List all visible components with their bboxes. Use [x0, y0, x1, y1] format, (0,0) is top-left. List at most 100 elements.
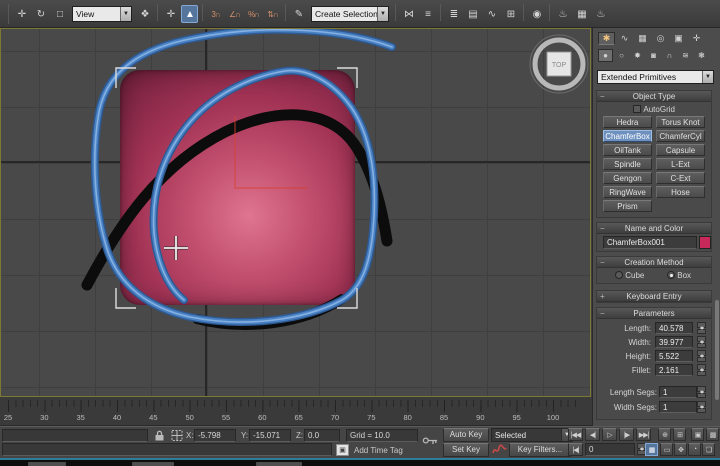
play-button[interactable]: ▷	[602, 428, 617, 441]
tab-create[interactable]: ✱	[598, 32, 615, 45]
object-type-button-prism[interactable]: Prism	[603, 200, 652, 212]
category-geometry[interactable]: ●	[598, 49, 613, 62]
object-type-button-capsule[interactable]: Capsule	[656, 144, 705, 156]
isolate-toggle-icon[interactable]: ▣	[336, 444, 349, 456]
reference-coordinate-dropdown[interactable]: View ▼	[72, 6, 132, 22]
object-type-button-l-ext[interactable]: L-Ext	[656, 158, 705, 170]
set-key-button[interactable]: Set Key	[443, 443, 489, 457]
object-type-button-gengon[interactable]: Gengon	[603, 172, 652, 184]
edit-named-selection-icon[interactable]: ✎	[290, 5, 307, 23]
viewcube[interactable]: TOP	[530, 35, 588, 93]
black-spline[interactable]	[87, 115, 387, 285]
mirror-icon[interactable]: ⋈	[400, 5, 417, 23]
tab-utilities[interactable]: ✛	[688, 32, 705, 45]
tab-motion[interactable]: ◎	[652, 32, 669, 45]
rendered-frame-icon[interactable]: ▦	[573, 5, 590, 23]
object-type-button-hose[interactable]: Hose	[656, 186, 705, 198]
z-coord-field[interactable]: 0.0	[304, 429, 340, 442]
add-time-tag[interactable]: Add Time Tag	[354, 444, 403, 457]
object-type-button-hedra[interactable]: Hedra	[603, 116, 652, 128]
parameters-header[interactable]: − Parameters	[597, 308, 711, 319]
percent-snap-icon[interactable]: %∩	[245, 5, 262, 23]
render-setup-icon[interactable]: ♨	[554, 5, 571, 23]
folder-icon[interactable]: ▤	[464, 5, 481, 23]
key-filters-button[interactable]: Key Filters...	[509, 443, 571, 457]
tab-hierarchy[interactable]: ▦	[634, 32, 651, 45]
top-viewport[interactable]: TOP	[0, 28, 591, 397]
parameter-spinner[interactable]	[697, 386, 706, 398]
zoom-extents-button[interactable]: ▣	[691, 428, 704, 441]
category-shapes[interactable]: ○	[614, 49, 629, 62]
go-to-end-button[interactable]: ▶▶|	[636, 428, 651, 441]
object-type-button-chamferbox[interactable]: ChamferBox	[603, 130, 652, 142]
viewcube-face-label[interactable]: TOP	[552, 62, 567, 69]
key-mode-toggle-button[interactable]: |◀|	[568, 443, 583, 456]
zoom-region-button[interactable]: ▭	[660, 443, 673, 456]
spinner-snap-icon[interactable]: ⇅∩	[264, 5, 281, 23]
tab-display[interactable]: ▣	[670, 32, 687, 45]
zoom-all-button[interactable]: ⊞	[673, 428, 686, 441]
render-production-icon[interactable]: ♨	[592, 5, 609, 23]
category-helpers[interactable]: ∩	[662, 49, 677, 62]
layer-manager-icon[interactable]: ≣	[445, 5, 462, 23]
keyboard-entry-header[interactable]: + Keyboard Entry	[597, 291, 711, 302]
zoom-extents-all-button[interactable]: ▩	[706, 428, 719, 441]
parameter-field-height-[interactable]: 5.522	[655, 350, 693, 362]
parameter-field-width-segs-[interactable]: 1	[659, 401, 697, 413]
schematic-view-icon[interactable]: ⊞	[502, 5, 519, 23]
select-and-move-icon[interactable]: ✛	[13, 5, 30, 23]
parameter-spinner[interactable]	[697, 336, 706, 348]
panel-scrollbar[interactable]	[715, 300, 719, 400]
object-name-field[interactable]: ChamferBox001	[603, 236, 697, 249]
orbit-button[interactable]: ◔	[688, 443, 701, 456]
align-icon[interactable]: ≡	[419, 5, 436, 23]
select-and-manipulate-icon[interactable]: ✛	[162, 5, 179, 23]
box-radio[interactable]: Box	[667, 271, 691, 280]
object-type-button-c-ext[interactable]: C-Ext	[656, 172, 705, 184]
select-and-scale-icon[interactable]: □	[51, 5, 68, 23]
object-type-button-chamfercyl[interactable]: ChamferCyl	[656, 130, 705, 142]
creation-method-header[interactable]: − Creation Method	[597, 257, 711, 268]
previous-frame-button[interactable]: ◀|	[585, 428, 600, 441]
auto-key-button[interactable]: Auto Key	[443, 428, 489, 442]
blue-spline[interactable]	[95, 30, 392, 322]
parameter-spinner[interactable]	[697, 364, 706, 376]
category-lights[interactable]: ✸	[630, 49, 645, 62]
object-type-button-ringwave[interactable]: RingWave	[603, 186, 652, 198]
autogrid-checkbox[interactable]	[633, 105, 641, 113]
parameter-spinner[interactable]	[697, 350, 706, 362]
named-selection-set-dropdown[interactable]: Create Selection Se ▼	[311, 6, 389, 22]
pan-button[interactable]: ✥	[674, 443, 687, 456]
subcategory-dropdown[interactable]: Extended Primitives ▼	[597, 70, 714, 84]
parameter-spinner[interactable]	[697, 401, 706, 413]
snaps-toggle-icon[interactable]: ▲	[181, 5, 198, 23]
object-type-button-torus-knot[interactable]: Torus Knot	[656, 116, 705, 128]
category-systems[interactable]: ❃	[694, 49, 709, 62]
key-shortcut-icon[interactable]	[422, 433, 439, 451]
cube-radio[interactable]: Cube	[615, 271, 644, 280]
next-frame-button[interactable]: |▶	[619, 428, 634, 441]
category-spacewarps[interactable]: ≋	[678, 49, 693, 62]
parameter-field-length-[interactable]: 40.578	[655, 322, 693, 334]
x-coord-field[interactable]: -5.798	[194, 429, 236, 442]
category-cameras[interactable]: ◙	[646, 49, 661, 62]
keyboard-override-toggle-button[interactable]: ▦	[645, 443, 658, 456]
material-editor-icon[interactable]: ◉	[528, 5, 545, 23]
parameter-spinner[interactable]	[697, 322, 706, 334]
object-type-button-oiltank[interactable]: OilTank	[603, 144, 652, 156]
object-type-button-spindle[interactable]: Spindle	[603, 158, 652, 170]
parameter-field-width-[interactable]: 39.977	[655, 336, 693, 348]
snap-3d-icon[interactable]: 3∩	[207, 5, 224, 23]
parameter-field-fillet-[interactable]: 2.161	[655, 364, 693, 376]
y-coord-field[interactable]: -15.071	[249, 429, 291, 442]
object-type-header[interactable]: − Object Type	[597, 91, 711, 102]
curve-editor-icon[interactable]: ∿	[483, 5, 500, 23]
zoom-button[interactable]: ⊕	[658, 428, 671, 441]
go-to-start-button[interactable]: |◀◀	[568, 428, 583, 441]
name-color-header[interactable]: − Name and Color	[597, 223, 711, 234]
current-frame-field[interactable]: 0	[585, 443, 635, 456]
track-bar-timeline[interactable]: 253035404550556065707580859095100	[0, 397, 592, 426]
selection-filter-dropdown[interactable]: Selected ▼	[491, 428, 573, 442]
use-pivot-center-icon[interactable]: ❖	[136, 5, 153, 23]
maximize-viewport-button[interactable]: ❏	[702, 443, 715, 456]
